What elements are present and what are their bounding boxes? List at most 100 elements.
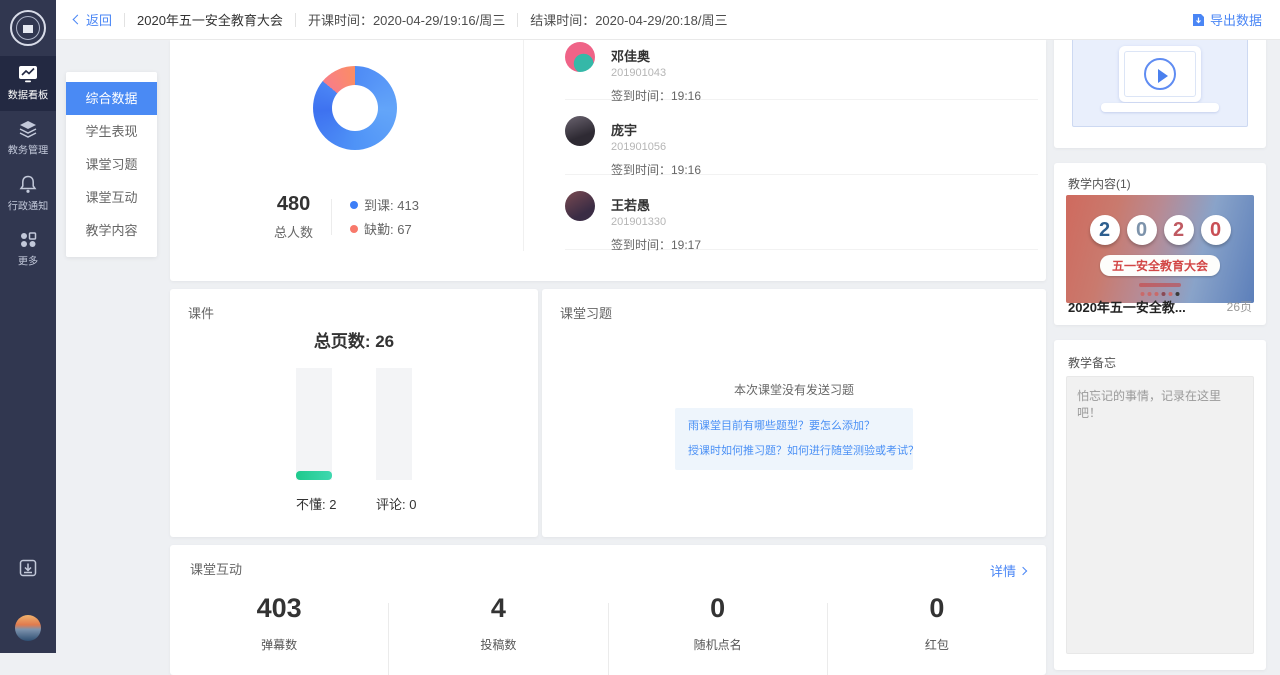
year-digit: 2 — [1090, 215, 1120, 245]
attendance-donut-chart — [313, 66, 397, 150]
stat-danmaku: 403 弹幕数 — [170, 593, 388, 675]
student-avatar — [565, 42, 595, 72]
sidebar-bottom — [0, 558, 56, 653]
attendance-legend: 到课: 413 缺勤: 67 — [350, 190, 419, 243]
layers-icon — [18, 120, 38, 138]
bar-label: 不懂: 2 — [296, 494, 332, 513]
download-icon[interactable] — [18, 558, 38, 581]
teaching-content-title: 教学内容(1) — [1068, 175, 1131, 192]
student-list-item: 王若愚 201901330 签到时间：19:17 — [565, 175, 1038, 250]
student-avatar — [565, 116, 595, 146]
user-avatar[interactable] — [15, 615, 41, 641]
memo-textarea[interactable] — [1066, 376, 1254, 654]
interaction-card: 课堂互动 详情 403 弹幕数 4 投稿数 0 随机点名 0 红包 — [170, 545, 1046, 675]
teaching-content-card: 教学内容(1) 2 0 2 0 五一安全教育大会 2020年五一安全教... 2… — [1054, 163, 1266, 325]
total-label: 总人数 — [274, 222, 313, 241]
thumbnail-banner: 五一安全教育大会 — [1100, 255, 1220, 276]
divider — [295, 13, 296, 27]
student-name: 邓佳奥 — [611, 46, 1038, 65]
donut-hole — [332, 85, 378, 131]
chevron-right-icon — [1019, 566, 1027, 574]
sidebar-item-more[interactable]: 更多 — [0, 222, 56, 277]
stat-value: 0 — [828, 593, 1046, 624]
submenu-item-interaction[interactable]: 课堂互动 — [66, 181, 157, 214]
play-button-icon[interactable] — [1144, 58, 1176, 90]
stat-submissions: 4 投稿数 — [389, 593, 607, 675]
exercises-card-title: 课堂习题 — [560, 303, 612, 322]
legend-dot-red — [350, 225, 358, 233]
student-list-item: 邓佳奥 201901043 签到时间：19:16 — [565, 40, 1038, 100]
student-avatar — [565, 191, 595, 221]
sidebar-item-label: 行政通知 — [2, 199, 54, 214]
stat-value: 4 — [389, 593, 607, 624]
bar-column-comments: 评论: 0 — [376, 368, 412, 513]
thumbnail-dots — [1141, 292, 1180, 296]
stat-label: 随机点名 — [609, 636, 827, 653]
legend-item-attended: 到课: 413 — [350, 195, 419, 214]
submenu-item-overview[interactable]: 综合数据 — [66, 82, 157, 115]
sidebar-item-dashboard[interactable]: 数据看板 — [0, 56, 56, 111]
video-placeholder — [1072, 30, 1248, 127]
legend-label: 缺勤: 67 — [364, 219, 412, 238]
total-block: 480 总人数 — [274, 193, 313, 241]
bar-track — [376, 368, 412, 480]
sidebar-item-notice[interactable]: 行政通知 — [0, 166, 56, 222]
student-id: 201901330 — [611, 216, 1038, 228]
end-time: 结课时间：2020-04-29/20:18/周三 — [530, 10, 727, 29]
bar-column-confused: 不懂: 2 — [296, 368, 332, 513]
courseware-bar-fill — [296, 471, 332, 480]
legend-label: 到课: 413 — [364, 195, 419, 214]
courseware-card: 课件 总页数: 26 不懂: 2 评论: 0 — [170, 289, 538, 537]
submenu-item-student-performance[interactable]: 学生表现 — [66, 115, 157, 148]
year-digit: 2 — [1164, 215, 1194, 245]
laptop-icon — [1101, 46, 1219, 112]
attendance-chart-panel: 480 总人数 到课: 413 缺勤: 67 — [170, 40, 523, 281]
divider — [517, 13, 518, 27]
interaction-stats: 403 弹幕数 4 投稿数 0 随机点名 0 红包 — [170, 593, 1046, 675]
faq-link-question-types[interactable]: 雨课堂目前有哪些题型？要怎么添加？ — [688, 414, 900, 439]
start-time: 开课时间：2020-04-29/19:16/周三 — [308, 10, 505, 29]
content-caption: 2020年五一安全教... 26页 — [1068, 297, 1252, 316]
teaching-memo-card: 教学备忘 — [1054, 340, 1266, 670]
student-list-item: 庞宇 201901056 签到时间：19:16 — [565, 100, 1038, 175]
courseware-card-title: 课件 — [188, 303, 214, 322]
sidebar-item-label: 更多 — [2, 254, 54, 269]
divider — [124, 13, 125, 27]
checkin-student-list: 邓佳奥 201901043 签到时间：19:16 庞宇 201901056 签到… — [523, 40, 1046, 281]
submenu-item-exercises[interactable]: 课堂习题 — [66, 148, 157, 181]
back-button[interactable]: 返回 — [74, 10, 112, 29]
more-grid-icon — [19, 231, 37, 249]
bar-label: 评论: 0 — [376, 494, 412, 513]
exercises-empty-text: 本次课堂没有发送习题 — [542, 381, 1046, 398]
year-digit: 0 — [1127, 215, 1157, 245]
thumbnail-year: 2 0 2 0 — [1066, 215, 1254, 245]
stat-red-packet: 0 红包 — [828, 593, 1046, 675]
total-pages-text: 总页数: 26 — [170, 327, 538, 352]
student-name: 庞宇 — [611, 120, 1038, 139]
attendance-stats: 480 总人数 到课: 413 缺勤: 67 — [170, 190, 523, 243]
submenu-item-content[interactable]: 教学内容 — [66, 214, 157, 247]
sidebar-item-label: 教务管理 — [2, 143, 54, 158]
student-id: 201901056 — [611, 141, 1038, 153]
detail-label: 详情 — [990, 561, 1016, 580]
sidebar-item-label: 数据看板 — [2, 88, 54, 103]
university-logo-icon — [10, 10, 46, 46]
back-label: 返回 — [86, 10, 112, 29]
sidebar-item-management[interactable]: 教务管理 — [0, 111, 56, 166]
detail-link[interactable]: 详情 — [990, 561, 1026, 580]
stat-random-call: 0 随机点名 — [609, 593, 827, 675]
stat-label: 投稿数 — [389, 636, 607, 653]
stat-value: 0 — [609, 593, 827, 624]
logo-wrap — [0, 0, 56, 56]
courseware-thumbnail[interactable]: 2 0 2 0 五一安全教育大会 — [1066, 195, 1254, 303]
export-label: 导出数据 — [1210, 10, 1262, 29]
divider — [331, 199, 332, 235]
thumbnail-subtext — [1139, 283, 1181, 287]
export-data-button[interactable]: 导出数据 — [1192, 10, 1262, 29]
topbar: 返回 2020年五一安全教育大会 开课时间：2020-04-29/19:16/周… — [56, 0, 1280, 40]
content-pages-count: 26页 — [1227, 298, 1252, 315]
primary-sidebar: 数据看板 教务管理 行政通知 更多 — [0, 0, 56, 653]
chevron-left-icon — [73, 15, 83, 25]
total-count: 480 — [274, 193, 313, 216]
faq-link-push-exercises[interactable]: 授课时如何推习题？如何进行随堂测验或考试？ — [688, 439, 900, 464]
